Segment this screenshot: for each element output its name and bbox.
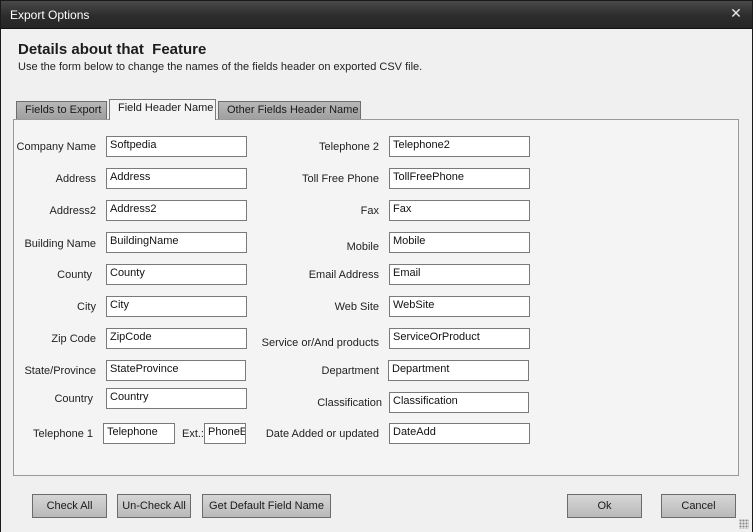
telephone1-field[interactable]: Telephone (103, 423, 175, 444)
cancel-button[interactable]: Cancel (661, 494, 736, 518)
building-name-field[interactable]: BuildingName (106, 232, 247, 253)
title-bar[interactable]: Export Options ✕ (1, 1, 752, 29)
close-icon[interactable]: ✕ (728, 6, 744, 22)
tab-fields-to-export[interactable]: Fields to Export (16, 101, 107, 120)
dialog-header: Details about that Feature Use the form … (1, 29, 752, 91)
service-products-field[interactable]: ServiceOrProduct (389, 328, 530, 349)
classification-label: Classification (317, 397, 382, 409)
service-products-label: Service or/And products (261, 337, 379, 349)
mobile-field[interactable]: Mobile (389, 232, 530, 253)
zip-code-field[interactable]: ZipCode (106, 328, 247, 349)
tab-field-header-name[interactable]: Field Header Name (109, 99, 216, 120)
address-label: Address (55, 173, 96, 185)
department-field[interactable]: Department (388, 360, 529, 381)
email-address-label: Email Address (308, 269, 379, 281)
classification-field[interactable]: Classification (389, 392, 529, 413)
city-field[interactable]: City (106, 296, 247, 317)
address2-field[interactable]: Address2 (106, 200, 247, 221)
address2-label: Address2 (49, 205, 96, 217)
state-province-label: State/Province (24, 365, 96, 377)
fax-label: Fax (360, 205, 379, 217)
web-site-field[interactable]: WebSite (389, 296, 530, 317)
check-all-button[interactable]: Check All (32, 494, 107, 518)
telephone2-field[interactable]: Telephone2 (389, 136, 530, 157)
department-label: Department (321, 365, 379, 377)
window-title: Export Options (10, 8, 90, 22)
country-field[interactable]: Country (106, 388, 247, 409)
toll-free-phone-field[interactable]: TollFreePhone (389, 168, 530, 189)
web-site-label: Web Site (334, 301, 379, 313)
county-label: County (57, 269, 92, 281)
page-title: Details about that Feature (18, 41, 207, 58)
resize-grip-icon[interactable] (739, 519, 749, 529)
building-name-label: Building Name (24, 238, 96, 250)
field-header-panel: Company Name Softpedia Address Address A… (13, 119, 739, 476)
page-subtitle: Use the form below to change the names o… (18, 61, 423, 73)
state-province-field[interactable]: StateProvince (106, 360, 246, 381)
uncheck-all-button[interactable]: Un-Check All (117, 494, 191, 518)
date-added-field[interactable]: DateAdd (389, 423, 530, 444)
city-label: City (77, 301, 96, 313)
address-field[interactable]: Address (106, 168, 247, 189)
email-address-field[interactable]: Email (389, 264, 530, 285)
ext-label: Ext.: (181, 428, 204, 440)
date-added-label: Date Added or updated (265, 428, 379, 440)
mobile-label: Mobile (346, 241, 379, 253)
toll-free-phone-label: Toll Free Phone (301, 173, 379, 185)
tab-other-fields-header-name[interactable]: Other Fields Header Name (218, 101, 361, 120)
zip-code-label: Zip Code (51, 333, 96, 345)
export-options-dialog: Export Options ✕ Details about that Feat… (0, 0, 753, 532)
fax-field[interactable]: Fax (389, 200, 530, 221)
get-default-field-name-button[interactable]: Get Default Field Name (202, 494, 331, 518)
telephone1-label: Telephone 1 (33, 428, 93, 440)
company-name-label: Company Name (16, 141, 96, 153)
ok-button[interactable]: Ok (567, 494, 642, 518)
county-field[interactable]: County (106, 264, 247, 285)
button-bar: Check All Un-Check All Get Default Field… (1, 483, 752, 532)
telephone2-label: Telephone 2 (319, 141, 379, 153)
company-name-field[interactable]: Softpedia (106, 136, 247, 157)
country-label: Country (54, 393, 93, 405)
